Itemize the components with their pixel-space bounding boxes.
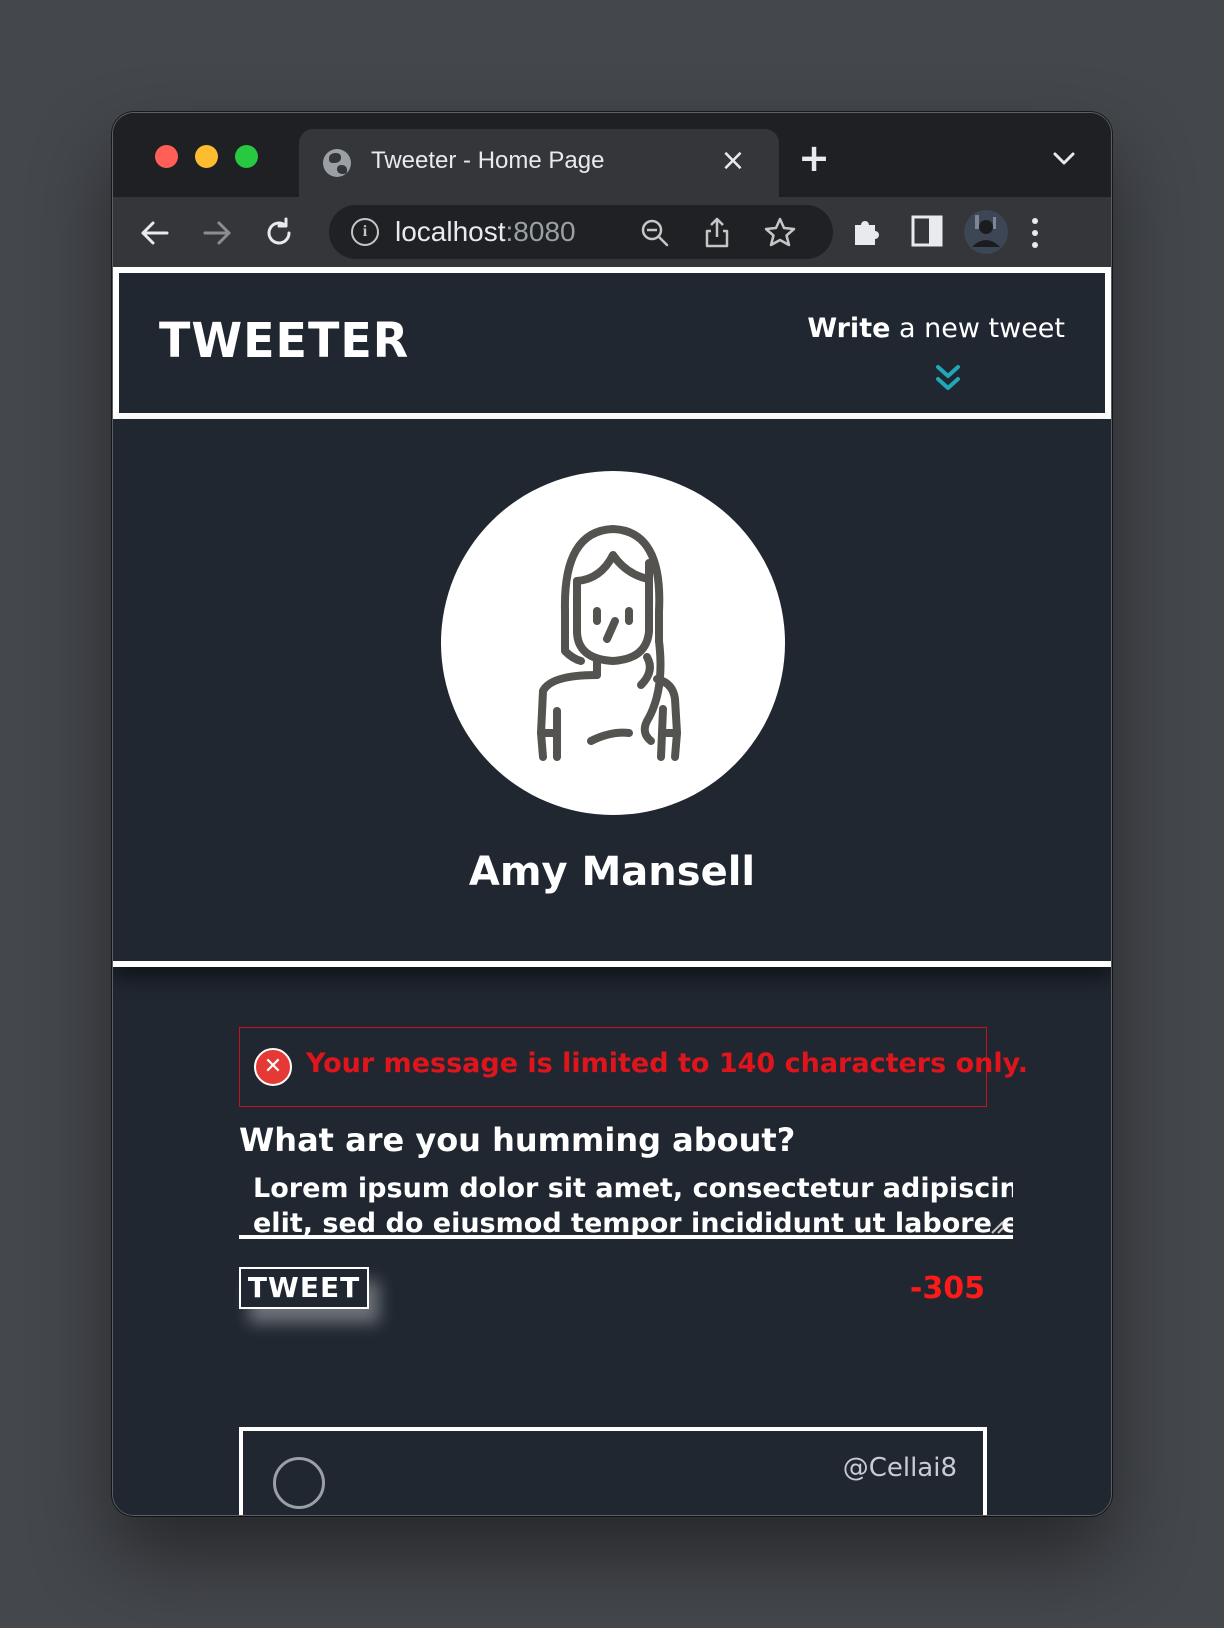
web-page: TWEETER Write a new tweet Amy Mansell bbox=[113, 267, 1111, 1515]
tab-strip: Tweeter - Home Page × + bbox=[113, 113, 1111, 197]
write-link-rest: a new tweet bbox=[890, 313, 1065, 344]
url-port: :8080 bbox=[505, 216, 576, 247]
tweet-card: @Cellai8 bbox=[239, 1427, 987, 1515]
kebab-menu-icon[interactable] bbox=[1025, 213, 1045, 253]
zoom-out-icon[interactable] bbox=[639, 217, 671, 249]
tab-tweeter-home[interactable]: Tweeter - Home Page × bbox=[299, 129, 779, 197]
browser-window: Tweeter - Home Page × + i localhost:8080 bbox=[112, 112, 1112, 1516]
chevron-down-icon[interactable] bbox=[1051, 149, 1077, 169]
error-x-icon: ✕ bbox=[254, 1048, 292, 1086]
character-counter: -305 bbox=[909, 1271, 985, 1306]
tweet-submit-button[interactable]: TWEET bbox=[239, 1267, 369, 1309]
resize-handle-icon[interactable] bbox=[989, 1219, 1005, 1235]
share-icon[interactable] bbox=[701, 215, 733, 249]
tweet-author-handle: @Cellai8 bbox=[842, 1453, 957, 1483]
zoom-window-button[interactable] bbox=[235, 145, 258, 168]
back-arrow-icon[interactable] bbox=[135, 213, 175, 253]
minimize-window-button[interactable] bbox=[195, 145, 218, 168]
browser-toolbar: i localhost:8080 bbox=[113, 197, 1111, 267]
tab-title: Tweeter - Home Page bbox=[371, 147, 605, 174]
tweet-textarea[interactable]: Lorem ipsum dolor sit amet, consectetur … bbox=[239, 1171, 1013, 1239]
address-bar[interactable]: i localhost:8080 bbox=[329, 205, 833, 259]
close-icon: × bbox=[720, 143, 746, 178]
forward-arrow-icon[interactable] bbox=[197, 213, 237, 253]
user-avatar bbox=[441, 471, 785, 815]
write-new-tweet-link[interactable]: Write a new tweet bbox=[807, 313, 1065, 344]
new-tab-button[interactable]: + bbox=[797, 139, 831, 177]
site-info-icon[interactable]: i bbox=[351, 218, 379, 246]
brand-logo[interactable]: TWEETER bbox=[159, 312, 409, 369]
globe-icon bbox=[323, 149, 351, 177]
tweet-text-line-2: elit, sed do eiusmod tempor incididunt u… bbox=[253, 1208, 1013, 1239]
compose-label: What are you humming about? bbox=[239, 1121, 796, 1159]
reload-icon[interactable] bbox=[259, 213, 299, 253]
side-panel-icon[interactable] bbox=[909, 213, 945, 249]
close-tab-button[interactable]: × bbox=[717, 143, 749, 179]
double-chevron-down-icon[interactable] bbox=[933, 363, 963, 397]
profile-header: Amy Mansell bbox=[113, 419, 1111, 967]
write-link-bold: Write bbox=[807, 313, 891, 344]
error-banner: ✕ Your message is limited to 140 charact… bbox=[239, 1027, 1028, 1107]
profile-avatar-icon[interactable] bbox=[963, 209, 1009, 255]
tweet-author-avatar bbox=[273, 1457, 325, 1509]
error-message: Your message is limited to 140 character… bbox=[306, 1048, 1028, 1079]
tweet-text-line-1: Lorem ipsum dolor sit amet, consectetur … bbox=[253, 1173, 1013, 1204]
woman-avatar-icon bbox=[537, 525, 681, 761]
user-name: Amy Mansell bbox=[468, 849, 756, 895]
url-host: localhost bbox=[395, 216, 506, 247]
url-text: localhost:8080 bbox=[395, 216, 576, 248]
extensions-puzzle-icon[interactable] bbox=[847, 211, 887, 251]
bookmark-star-icon[interactable] bbox=[763, 215, 797, 249]
close-window-button[interactable] bbox=[155, 145, 178, 168]
plus-icon: + bbox=[798, 136, 830, 180]
